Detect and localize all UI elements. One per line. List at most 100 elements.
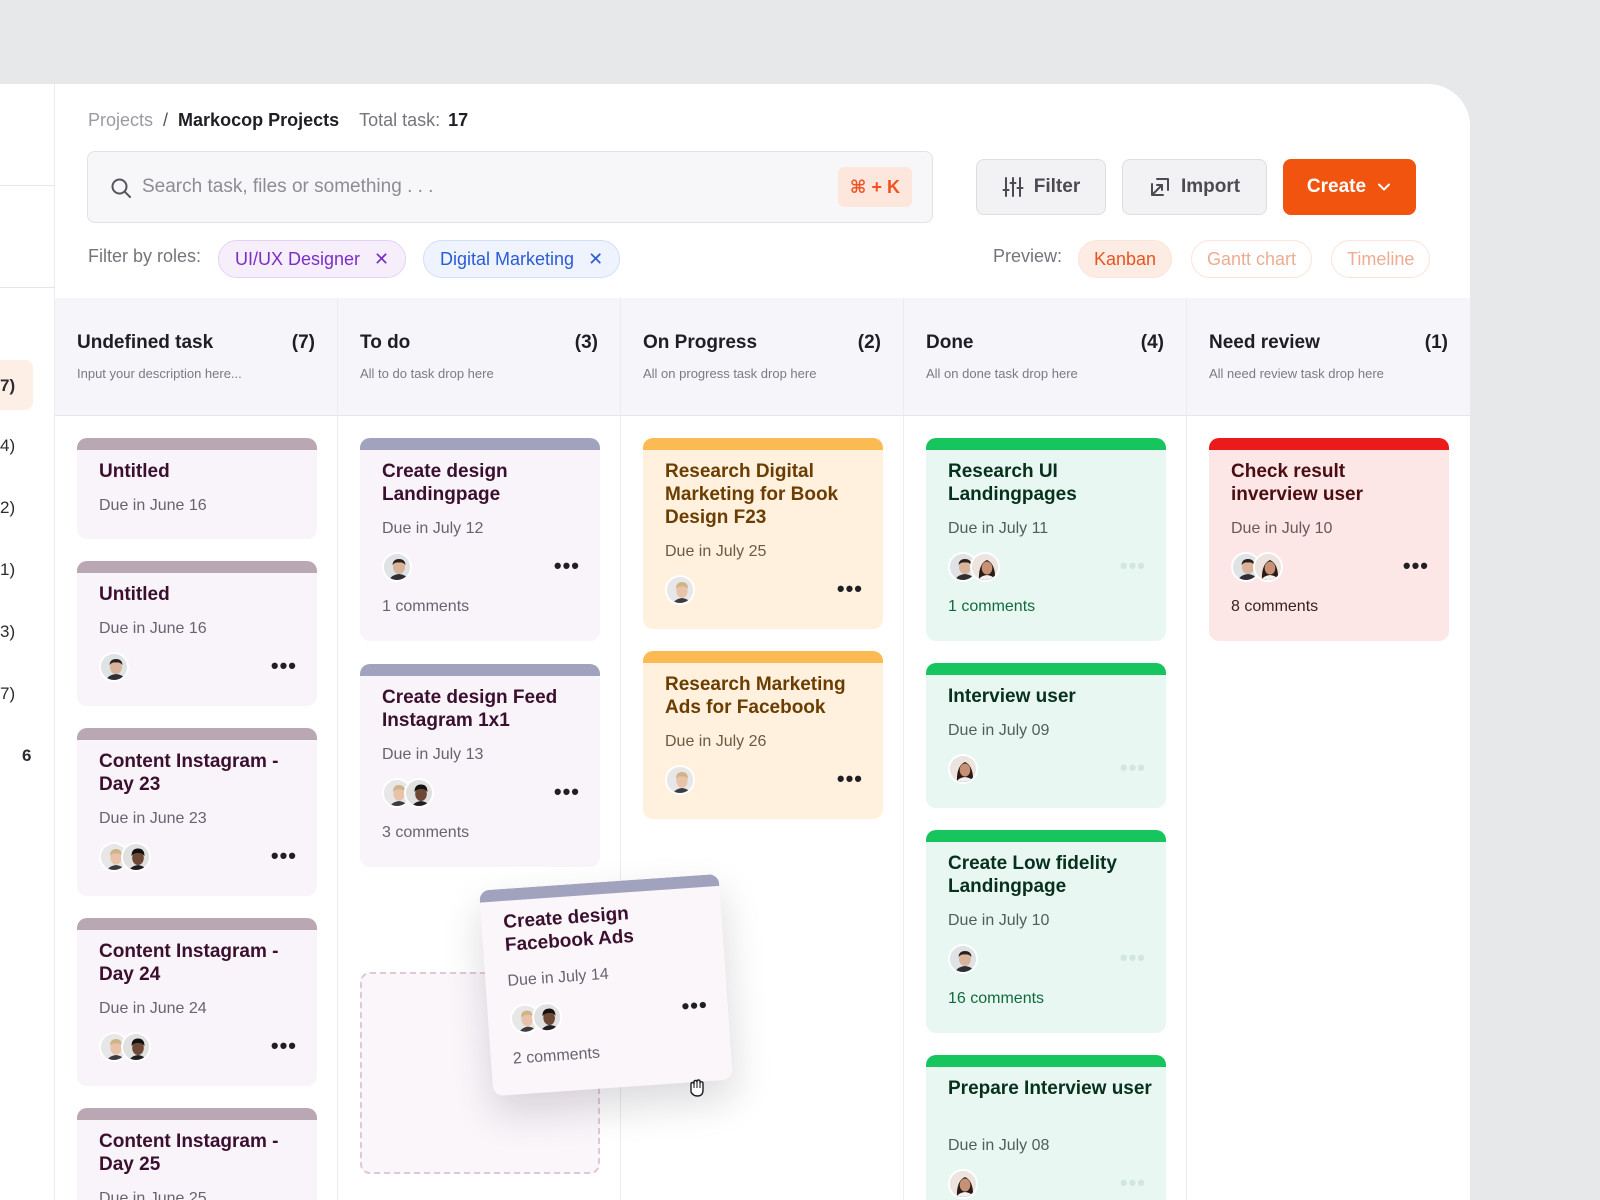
kanban-board: Undefined task (7) Input your descriptio… xyxy=(55,298,1470,1200)
search-input[interactable] xyxy=(142,172,742,202)
column-count: (3) xyxy=(574,332,598,353)
create-button[interactable]: Create xyxy=(1283,159,1416,215)
role-chip-label: Digital Marketing xyxy=(440,248,575,269)
card-comments[interactable]: 1 comments xyxy=(948,598,1035,616)
task-card[interactable]: Research Marketing Ads for Facebook Due … xyxy=(643,651,883,819)
column-description: All on done task drop here xyxy=(926,366,1078,381)
card-comments[interactable]: 16 comments xyxy=(948,990,1044,1008)
more-options-icon[interactable]: ••• xyxy=(554,781,580,803)
more-options-icon[interactable]: ••• xyxy=(837,578,863,600)
card-title: Interview user xyxy=(948,686,1076,707)
card-title: Create design Feed Instagram 1x1 xyxy=(382,687,558,731)
breadcrumb-current: Markocop Projects xyxy=(178,110,340,130)
total-task-label: Total task: xyxy=(359,110,441,130)
more-options-icon[interactable]: ••• xyxy=(837,768,863,790)
task-card[interactable]: Prepare Interview user Due in July 08 ••… xyxy=(926,1055,1166,1200)
breadcrumb-root[interactable]: Projects xyxy=(88,110,153,130)
more-options-icon[interactable]: ••• xyxy=(1403,555,1429,577)
card-assignees xyxy=(99,842,151,874)
column-header: On Progress (2) All on progress task dro… xyxy=(621,298,903,416)
dragging-task-card[interactable]: Create design Facebook Ads Due in July 1… xyxy=(479,873,733,1097)
task-card[interactable]: Check result inverview user Due in July … xyxy=(1209,438,1449,641)
more-options-icon[interactable]: ••• xyxy=(271,655,297,677)
card-comments[interactable]: 1 comments xyxy=(382,598,469,616)
view-gantt-tab[interactable]: Gantt chart xyxy=(1191,240,1313,278)
card-title: Research UI Landingpages xyxy=(948,461,1077,505)
total-task-count: 17 xyxy=(448,110,469,130)
card-status-bar xyxy=(77,1108,317,1120)
task-card[interactable]: Research Digital Marketing for Book Desi… xyxy=(643,438,883,629)
avatar xyxy=(970,552,1000,582)
view-timeline-tab[interactable]: Timeline xyxy=(1331,240,1431,278)
task-card[interactable]: Research UI Landingpages Due in July 11 … xyxy=(926,438,1166,641)
card-status-bar xyxy=(1209,438,1449,450)
filter-button[interactable]: Filter xyxy=(976,159,1106,215)
avatar xyxy=(948,754,978,784)
task-card[interactable]: Content Instagram - Day 24 Due in June 2… xyxy=(77,918,317,1086)
sidebar-item-count[interactable]: 7) xyxy=(0,684,15,704)
breadcrumb-separator: / xyxy=(163,110,169,130)
card-assignees xyxy=(382,552,412,584)
sidebar-item-count[interactable]: 1) xyxy=(0,560,15,580)
task-card[interactable]: Create design Feed Instagram 1x1 Due in … xyxy=(360,664,600,867)
card-assignees xyxy=(99,652,129,684)
avatar xyxy=(665,765,695,795)
card-status-bar xyxy=(926,1055,1166,1067)
more-options-icon[interactable]: ••• xyxy=(1120,947,1146,969)
more-options-icon[interactable]: ••• xyxy=(554,555,580,577)
close-icon[interactable]: ✕ xyxy=(374,250,389,268)
app-window: 7) 4) 2) 1) 3) 7) 6 Projects / Markocop Pr… xyxy=(0,84,1470,1200)
more-options-icon[interactable]: ••• xyxy=(1120,1172,1146,1194)
card-status-bar xyxy=(926,663,1166,675)
card-due-date: Due in July 25 xyxy=(665,543,767,560)
avatar xyxy=(948,944,978,974)
card-status-bar xyxy=(360,438,600,450)
role-chip-digital-marketing[interactable]: Digital Marketing ✕ xyxy=(423,240,621,278)
card-assignees xyxy=(948,552,1000,584)
card-due-date: Due in July 08 xyxy=(948,1137,1050,1154)
card-due-date: Due in July 12 xyxy=(382,520,484,537)
more-options-icon[interactable]: ••• xyxy=(681,992,709,1019)
close-icon[interactable]: ✕ xyxy=(588,250,603,268)
card-comments[interactable]: 8 comments xyxy=(1231,598,1318,616)
sidebar-divider xyxy=(0,287,55,288)
card-comments[interactable]: 3 comments xyxy=(382,824,469,842)
task-card[interactable]: Content Instagram - Day 25 Due in June 2… xyxy=(77,1108,317,1200)
more-options-icon[interactable]: ••• xyxy=(271,845,297,867)
search-shortcut-badge: ⌘ + K xyxy=(837,167,912,207)
task-card[interactable]: Untitled Due in June 16 xyxy=(77,438,317,539)
avatar xyxy=(99,652,129,682)
sidebar-item-count[interactable]: 4) xyxy=(0,436,15,456)
task-card[interactable]: Create design Landingpage Due in July 12… xyxy=(360,438,600,641)
view-kanban-tab[interactable]: Kanban xyxy=(1078,240,1173,278)
import-button[interactable]: Import xyxy=(1122,159,1267,215)
card-comments[interactable]: 2 comments xyxy=(512,1045,600,1069)
column-count: (1) xyxy=(1424,332,1448,353)
more-options-icon[interactable]: ••• xyxy=(271,1035,297,1057)
column-header: Undefined task (7) Input your descriptio… xyxy=(55,298,337,416)
search-bar[interactable]: ⌘ + K xyxy=(87,151,933,223)
sidebar-item-count[interactable]: 3) xyxy=(0,622,15,642)
sidebar-item-count[interactable]: 6 xyxy=(22,746,31,766)
card-due-date: Due in June 16 xyxy=(99,497,207,514)
card-status-bar xyxy=(77,918,317,930)
card-title: Create design Landingpage xyxy=(382,461,508,505)
avatar xyxy=(948,1169,978,1199)
more-options-icon[interactable]: ••• xyxy=(1120,757,1146,779)
column-need-review: Need review (1) All need review task dro… xyxy=(1187,298,1470,1200)
column-description: All on progress task drop here xyxy=(643,366,817,381)
column-count: (7) xyxy=(291,332,315,353)
grab-cursor-icon xyxy=(690,1079,704,1097)
more-options-icon[interactable]: ••• xyxy=(1120,555,1146,577)
role-chip-uiux[interactable]: UI/UX Designer ✕ xyxy=(218,240,407,278)
task-card[interactable]: Interview user Due in July 09 ••• xyxy=(926,663,1166,808)
task-card[interactable]: Content Instagram - Day 23 Due in June 2… xyxy=(77,728,317,896)
sidebar-item-count[interactable]: 7) xyxy=(0,376,15,396)
card-due-date: Due in July 10 xyxy=(948,912,1050,929)
task-card[interactable]: Untitled Due in June 16 ••• xyxy=(77,561,317,706)
breadcrumb: Projects / Markocop Projects Total task: 17 xyxy=(88,110,468,131)
card-due-date: Due in June 25 xyxy=(99,1190,207,1200)
task-card[interactable]: Create Low fidelity Landingpage Due in J… xyxy=(926,830,1166,1033)
sidebar-item-count[interactable]: 2) xyxy=(0,498,15,518)
filter-by-roles-label: Filter by roles: xyxy=(88,246,202,266)
